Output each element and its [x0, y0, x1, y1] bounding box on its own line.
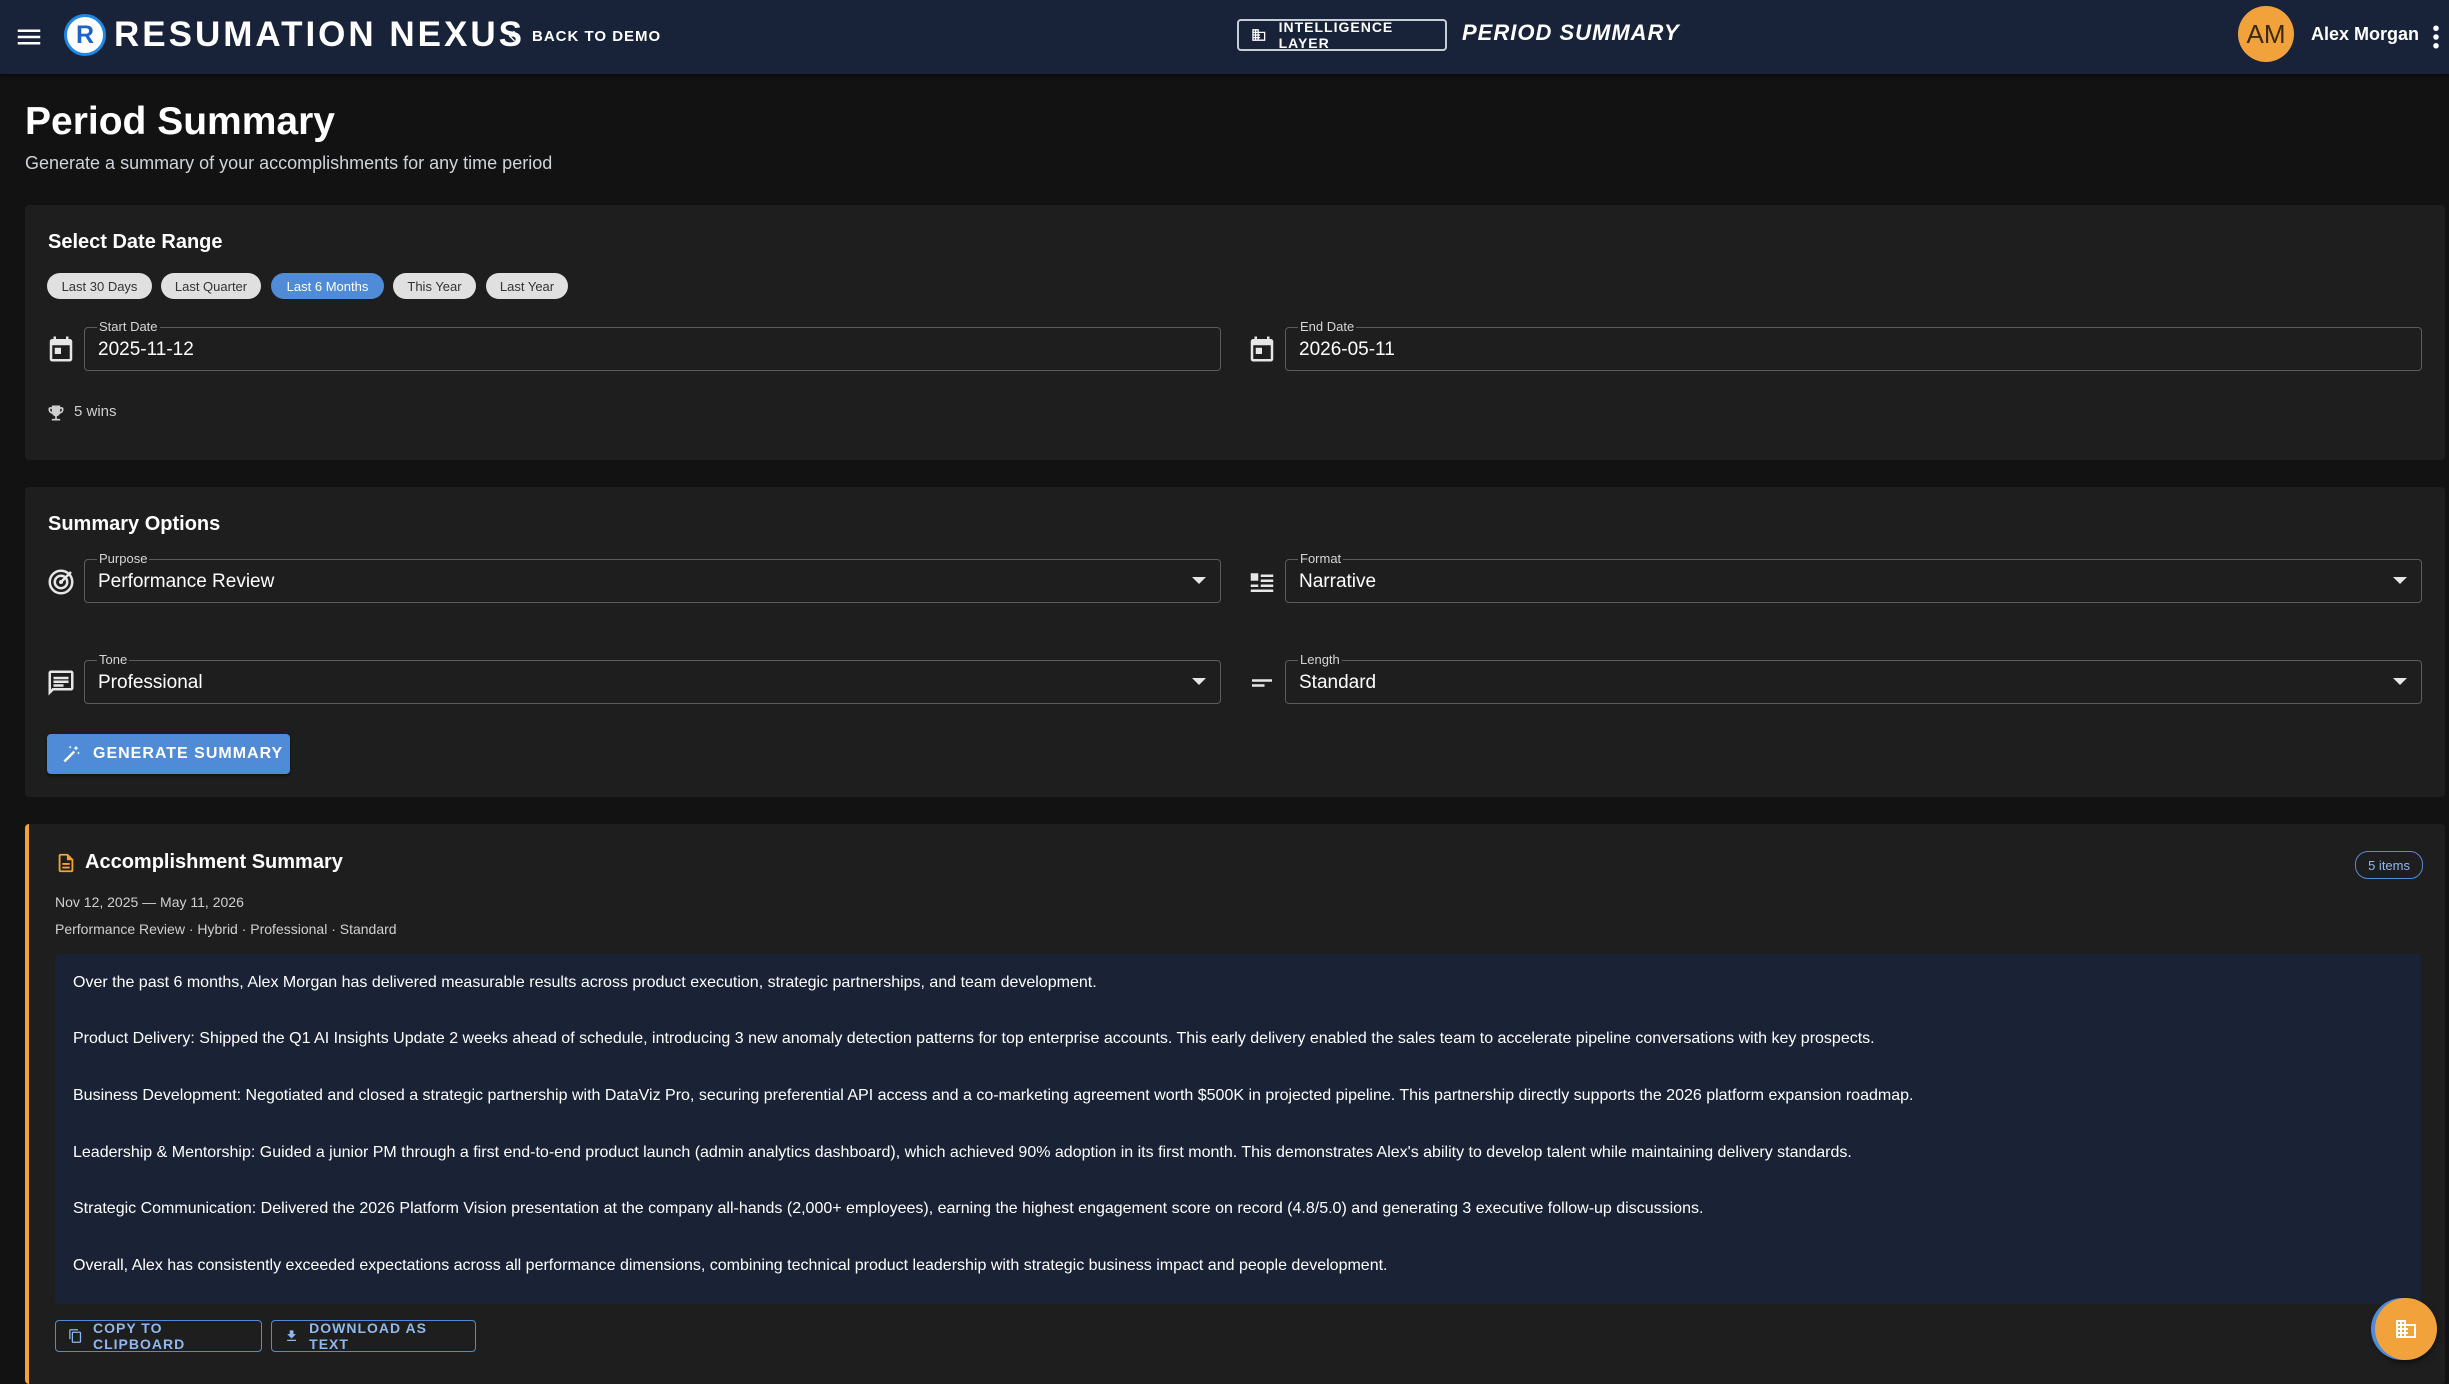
end-date-label: End Date — [1298, 319, 1357, 334]
length-select[interactable]: Length Standard — [1285, 652, 2422, 704]
chevron-down-icon — [2393, 678, 2407, 685]
summary-date-range: Nov 12, 2025 — May 11, 2026 — [55, 894, 244, 910]
chat-icon — [48, 670, 74, 696]
generate-summary-button[interactable]: GENERATE SUMMARY — [47, 734, 290, 774]
download-as-text-button[interactable]: DOWNLOAD AS TEXT — [271, 1320, 476, 1352]
copy-icon — [69, 1329, 82, 1343]
preset-last-quarter[interactable]: Last Quarter — [161, 273, 261, 299]
brand-logo[interactable]: R — [64, 14, 106, 56]
start-date-field[interactable]: Start Date 2025-11-12 — [84, 319, 1221, 371]
length-label: Length — [1298, 652, 1342, 667]
summary-paragraph: Product Delivery: Shipped the Q1 AI Insi… — [73, 1030, 1875, 1047]
copy-to-clipboard-label: COPY TO CLIPBOARD — [92, 1320, 186, 1352]
calendar-icon — [1250, 336, 1274, 362]
back-to-demo-button[interactable]: BACK TO DEMO — [506, 22, 661, 50]
format-list-icon — [1250, 573, 1274, 592]
purpose-value: Performance Review — [98, 571, 275, 592]
arrow-left-icon — [508, 30, 520, 42]
user-name: Alex Morgan — [2311, 24, 2420, 44]
format-value: Narrative — [1299, 571, 1377, 592]
preset-last-6-months[interactable]: Last 6 Months — [271, 273, 384, 299]
brand-name[interactable]: RESUMATION NEXUS — [114, 16, 525, 54]
summary-paragraph: Over the past 6 months, Alex Morgan has … — [73, 974, 1097, 991]
download-as-text-label: DOWNLOAD AS TEXT — [309, 1320, 427, 1352]
length-value: Standard — [1299, 672, 1377, 693]
preset-last-30-days[interactable]: Last 30 Days — [47, 273, 152, 299]
summary-meta: Performance Review · Hybrid · Profession… — [55, 921, 397, 937]
start-date-value: 2025-11-12 — [98, 339, 194, 360]
end-date-value: 2026-05-11 — [1299, 339, 1395, 360]
date-range-title: Select Date Range — [48, 231, 223, 253]
summary-paragraph: Business Development: Negotiated and clo… — [73, 1087, 1914, 1104]
business-icon — [1252, 29, 1266, 41]
preset-this-year[interactable]: This Year — [393, 273, 476, 299]
current-page-label: PERIOD SUMMARY — [1462, 20, 1680, 45]
summary-options-card: Summary Options — [25, 487, 2445, 797]
more-vert-icon[interactable] — [2430, 22, 2442, 52]
format-select[interactable]: Format Narrative — [1285, 551, 2422, 603]
tone-label: Tone — [97, 652, 130, 667]
tone-value: Professional — [98, 672, 203, 693]
short-text-icon — [1252, 679, 1272, 687]
menu-icon[interactable] — [14, 22, 44, 52]
target-icon — [48, 569, 74, 595]
summary-options-title: Summary Options — [48, 513, 221, 535]
intelligence-layer-label: INTELLIGENCE LAYER — [1278, 19, 1394, 51]
summary-text-box: Over the past 6 months, Alex Morgan has … — [55, 954, 2421, 1304]
business-icon — [2396, 1320, 2416, 1338]
intelligence-layer-button[interactable]: INTELLIGENCE LAYER — [1237, 19, 1447, 51]
summary-paragraph: Leadership & Mentorship: Guided a junior… — [73, 1144, 1852, 1161]
items-count-badge: 5 items — [2355, 851, 2423, 879]
download-icon — [287, 1330, 296, 1342]
summary-paragraph: Overall, Alex has consistently exceeded … — [73, 1257, 1388, 1274]
copy-to-clipboard-button[interactable]: COPY TO CLIPBOARD — [55, 1320, 262, 1352]
format-label: Format — [1298, 551, 1344, 566]
end-date-field[interactable]: End Date 2026-05-11 — [1285, 319, 2422, 371]
summary-title: Accomplishment Summary — [85, 851, 343, 873]
magic-wand-icon — [63, 745, 80, 763]
preset-last-year[interactable]: Last Year — [486, 273, 568, 299]
back-to-demo-label: BACK TO DEMO — [532, 27, 662, 45]
chevron-down-icon — [1192, 678, 1206, 685]
start-date-label: Start Date — [97, 319, 160, 334]
avatar[interactable]: AM — [2238, 6, 2294, 62]
document-icon — [58, 853, 74, 873]
purpose-select[interactable]: Purpose Performance Review — [84, 551, 1221, 603]
chevron-down-icon — [1192, 577, 1206, 584]
summary-paragraph: Strategic Communication: Delivered the 2… — [73, 1200, 1704, 1217]
page-subtitle: Generate a summary of your accomplishmen… — [25, 153, 553, 173]
app-bar: R RESUMATION NEXUS BACK TO DEMO INTELLIG… — [0, 0, 2449, 74]
generate-summary-label: GENERATE SUMMARY — [93, 745, 284, 762]
floating-action-button[interactable] — [2375, 1298, 2437, 1360]
accomplishment-summary-card: Accomplishment Summary 5 items Nov 12, 2… — [25, 824, 2445, 1384]
chevron-down-icon — [2393, 577, 2407, 584]
purpose-label: Purpose — [97, 551, 150, 566]
trophy-icon — [48, 405, 64, 421]
tone-select[interactable]: Tone Professional — [84, 652, 1221, 704]
page-title: Period Summary — [25, 100, 335, 143]
wins-count: 5 wins — [74, 403, 117, 420]
calendar-icon — [49, 336, 73, 362]
